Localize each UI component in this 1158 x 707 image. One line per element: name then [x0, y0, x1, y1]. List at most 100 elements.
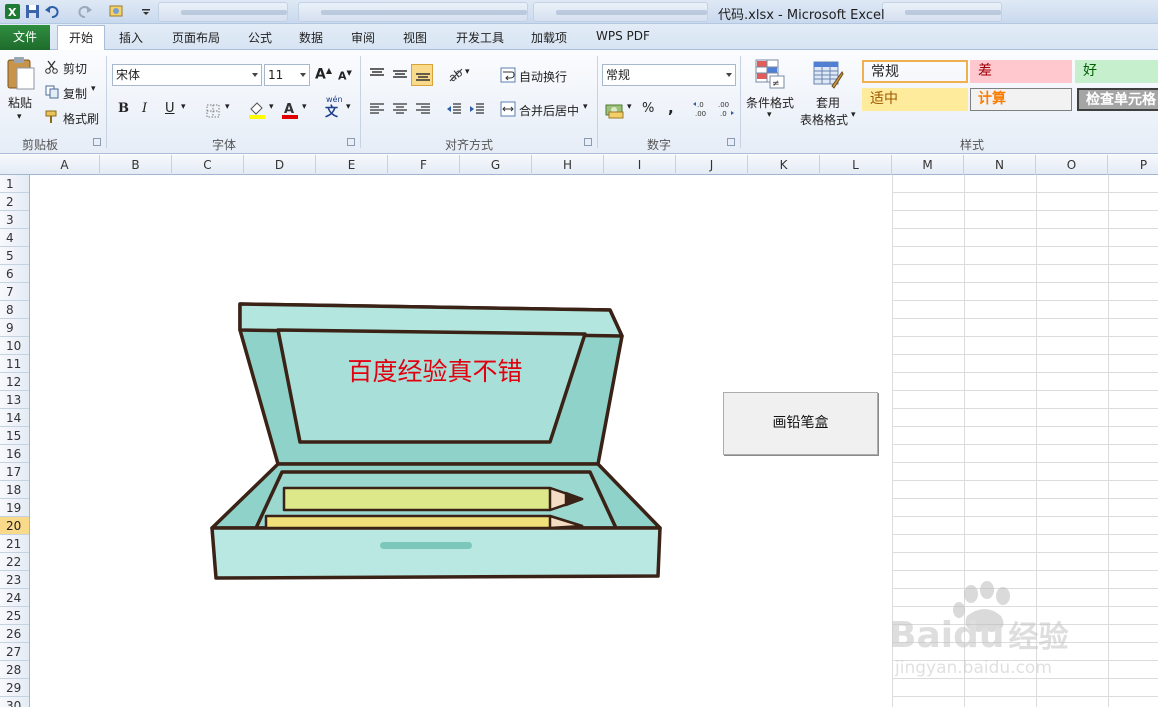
style-good[interactable]: 好	[1075, 60, 1158, 83]
column-header-f[interactable]: F	[388, 155, 460, 175]
customize-qat-icon[interactable]	[108, 3, 125, 20]
tab-page-layout[interactable]: 页面布局	[172, 29, 220, 46]
tab-view[interactable]: 视图	[403, 29, 427, 46]
fill-color-icon[interactable]	[248, 101, 266, 119]
font-launcher-icon[interactable]	[347, 138, 355, 146]
paste-button[interactable]: 粘贴	[8, 94, 32, 111]
phonetic-icon[interactable]: wén 文	[325, 95, 343, 120]
tab-formulas[interactable]: 公式	[248, 29, 272, 46]
wrap-text-button[interactable]: 自动换行	[519, 68, 567, 85]
decrease-decimal-icon[interactable]: .00.0	[715, 100, 735, 118]
conditional-formatting-dropdown-icon[interactable]: ▾	[767, 110, 772, 120]
underline-dropdown-icon[interactable]: ▾	[181, 102, 186, 112]
merge-center-button[interactable]: 合并后居中	[519, 102, 579, 119]
row-header[interactable]: 19	[0, 499, 29, 517]
row-header[interactable]: 27	[0, 643, 29, 661]
row-header[interactable]: 24	[0, 589, 29, 607]
column-header-l[interactable]: L	[820, 155, 892, 175]
bold-button[interactable]: B	[118, 101, 129, 116]
number-format-combo[interactable]: 常规	[602, 64, 736, 86]
save-icon[interactable]	[24, 3, 41, 20]
copy-button[interactable]: 复制	[63, 85, 87, 102]
row-header[interactable]: 6	[0, 265, 29, 283]
fill-color-dropdown-icon[interactable]: ▾	[269, 102, 274, 112]
alignment-launcher-icon[interactable]	[584, 138, 592, 146]
merge-dropdown-icon[interactable]: ▾	[583, 102, 588, 112]
undo-icon[interactable]	[44, 3, 61, 20]
row-header[interactable]: 26	[0, 625, 29, 643]
format-painter-button[interactable]: 格式刷	[63, 110, 99, 127]
row-header[interactable]: 21	[0, 535, 29, 553]
paste-dropdown-icon[interactable]: ▾	[17, 112, 22, 122]
row-header[interactable]: 9	[0, 319, 29, 337]
format-as-table-dropdown-icon[interactable]: ▾	[851, 110, 856, 120]
column-header-j[interactable]: J	[676, 155, 748, 175]
row-header[interactable]: 20	[0, 517, 29, 535]
row-header[interactable]: 11	[0, 355, 29, 373]
row-header[interactable]: 2	[0, 193, 29, 211]
column-header-g[interactable]: G	[460, 155, 532, 175]
decrease-indent-icon[interactable]	[446, 102, 462, 116]
column-header-i[interactable]: I	[604, 155, 676, 175]
tab-developer[interactable]: 开发工具	[456, 29, 504, 46]
style-bad[interactable]: 差	[970, 60, 1072, 83]
row-header[interactable]: 12	[0, 373, 29, 391]
shrink-font-icon[interactable]: A▼	[338, 69, 352, 83]
italic-button[interactable]: I	[142, 101, 147, 116]
font-name-combo[interactable]: 宋体	[112, 64, 262, 86]
conditional-formatting-button[interactable]: 条件格式	[746, 94, 794, 111]
align-middle-icon[interactable]	[392, 67, 408, 81]
pencil-box-drawing[interactable]: 百度经验真不错	[200, 296, 670, 586]
row-header[interactable]: 8	[0, 301, 29, 319]
grow-font-icon[interactable]: A▲	[315, 66, 332, 83]
tab-home[interactable]: 开始	[57, 25, 105, 51]
increase-indent-icon[interactable]	[469, 102, 485, 116]
tab-review[interactable]: 审阅	[351, 29, 375, 46]
number-launcher-icon[interactable]	[727, 138, 735, 146]
column-header-e[interactable]: E	[316, 155, 388, 175]
row-header[interactable]: 14	[0, 409, 29, 427]
column-header-b[interactable]: B	[100, 155, 172, 175]
increase-decimal-icon[interactable]: .0.00	[692, 100, 712, 118]
row-header[interactable]: 4	[0, 229, 29, 247]
align-bottom-button[interactable]	[411, 64, 433, 86]
font-color-dropdown-icon[interactable]: ▾	[302, 102, 307, 112]
row-header[interactable]: 3	[0, 211, 29, 229]
copy-dropdown-icon[interactable]: ▾	[91, 84, 96, 94]
tab-addins[interactable]: 加载项	[531, 29, 567, 46]
qat-dropdown-icon[interactable]	[140, 3, 152, 20]
column-header-o[interactable]: O	[1036, 155, 1108, 175]
column-header-c[interactable]: C	[172, 155, 244, 175]
currency-dropdown-icon[interactable]: ▾	[627, 102, 632, 112]
tab-file[interactable]: 文件	[0, 25, 50, 50]
row-header[interactable]: 30	[0, 697, 29, 707]
tab-data[interactable]: 数据	[299, 29, 323, 46]
paste-icon[interactable]	[6, 56, 36, 90]
underline-button[interactable]: U	[165, 101, 175, 116]
row-header[interactable]: 29	[0, 679, 29, 697]
align-right-icon[interactable]	[415, 102, 431, 116]
column-header-m[interactable]: M	[892, 155, 964, 175]
clipboard-launcher-icon[interactable]	[93, 138, 101, 146]
font-color-icon[interactable]: A	[281, 101, 299, 119]
row-header[interactable]: 18	[0, 481, 29, 499]
comma-button[interactable]: ,	[668, 99, 674, 117]
row-header[interactable]: 5	[0, 247, 29, 265]
align-left-icon[interactable]	[369, 102, 385, 116]
draw-pencil-box-button[interactable]: 画铅笔盒	[723, 392, 878, 455]
borders-dropdown-icon[interactable]: ▾	[225, 102, 230, 112]
style-check-cell[interactable]: 检查单元格	[1077, 88, 1158, 111]
row-header[interactable]: 10	[0, 337, 29, 355]
tab-insert[interactable]: 插入	[119, 29, 143, 46]
tab-wps-pdf[interactable]: WPS PDF	[596, 29, 650, 43]
column-header-n[interactable]: N	[964, 155, 1036, 175]
row-header[interactable]: 28	[0, 661, 29, 679]
orientation-icon[interactable]: ab	[446, 65, 464, 83]
row-header[interactable]: 1	[0, 175, 29, 193]
style-neutral[interactable]: 适中	[862, 88, 968, 111]
style-calculation[interactable]: 计算	[970, 88, 1072, 111]
column-header-h[interactable]: H	[532, 155, 604, 175]
row-header[interactable]: 7	[0, 283, 29, 301]
column-header-k[interactable]: K	[748, 155, 820, 175]
currency-icon[interactable]	[605, 101, 625, 119]
